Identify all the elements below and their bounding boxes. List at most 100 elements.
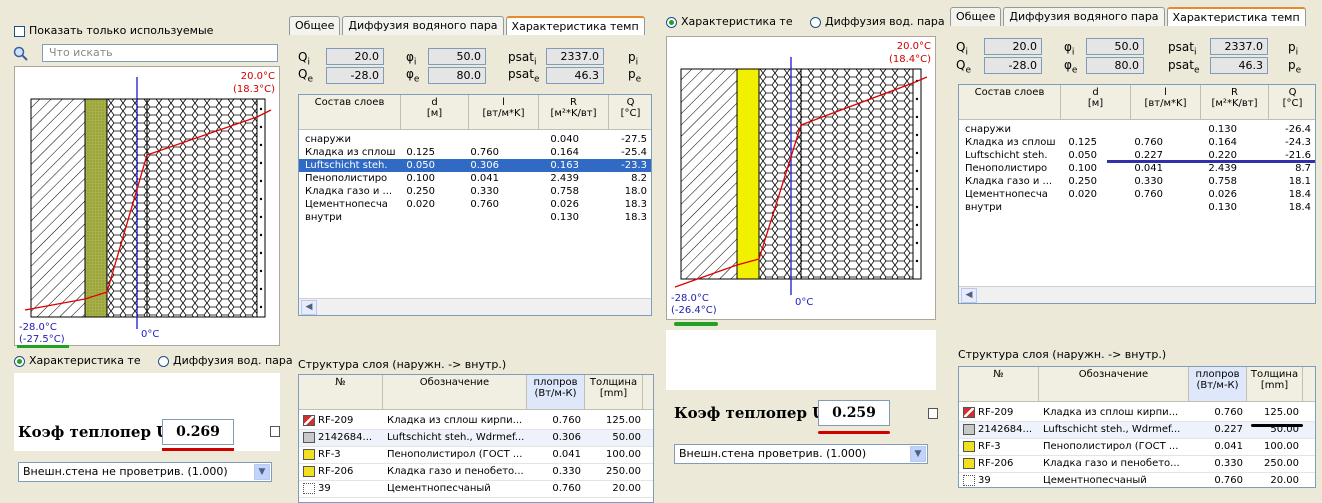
col-header-no-right[interactable]: № bbox=[959, 367, 1039, 401]
table-row[interactable]: RF-3 Пенополистирол (ГОСТ ... 0.041 100.00 bbox=[299, 447, 653, 464]
col-header-name-right[interactable]: Обозначение bbox=[1039, 367, 1189, 401]
table-row[interactable]: Кладка из сплош 0.125 0.760 0.164 -24.3 bbox=[959, 136, 1315, 149]
radio-diffusion[interactable]: Диффузия вод. пара bbox=[158, 354, 293, 367]
col-header-q-right[interactable]: Q [°C] bbox=[1269, 85, 1315, 119]
qi-value-right[interactable]: 20.0 bbox=[984, 38, 1042, 55]
col-header-l[interactable]: l [вт/м*K] bbox=[469, 95, 539, 129]
radio-temp-char[interactable]: Характеристика те bbox=[14, 354, 141, 367]
table-row[interactable]: Цементнопесча 0.020 0.760 0.026 18.3 bbox=[299, 198, 651, 211]
material-swatch-icon bbox=[963, 474, 975, 486]
search-input[interactable]: Что искать bbox=[42, 44, 278, 62]
pi-label: pi bbox=[628, 50, 639, 68]
phii-value-right[interactable]: 50.0 bbox=[1086, 38, 1144, 55]
psate-value[interactable]: 46.3 bbox=[546, 67, 604, 84]
material-code: RF-3 bbox=[318, 449, 341, 460]
col-header-cond-right[interactable]: плопров (Вт/м-К) bbox=[1189, 367, 1247, 401]
zero-label-right: 0°C bbox=[795, 297, 814, 308]
col-header-layers-right[interactable]: Состав слоев bbox=[959, 85, 1061, 119]
struct-grid[interactable]: № Обозначение плопров (Вт/м-К) Толщина [… bbox=[298, 374, 654, 503]
table-row[interactable]: 39 Цементнопесчаный 0.760 20.00 bbox=[959, 473, 1315, 487]
table-row[interactable]: внутри 0.130 18.3 bbox=[299, 211, 651, 224]
u-coef-label: Коэф теплопер U bbox=[18, 423, 170, 441]
search-icon[interactable] bbox=[13, 46, 29, 62]
table-row[interactable]: RF-209 Кладка из сплош кирпи... 0.760 125.0… bbox=[959, 405, 1315, 422]
radio-temp-char-button[interactable] bbox=[14, 355, 25, 367]
table-row[interactable]: 39 Цементнопесчаный 0.760 20.00 bbox=[299, 481, 653, 498]
table-row[interactable]: снаружи 0.040 -27.5 bbox=[299, 133, 651, 146]
show-used-checkbox[interactable] bbox=[14, 25, 25, 37]
table-cell: 2.439 bbox=[550, 173, 579, 184]
wall-type-select-right[interactable]: Внешн.стена проветрив. (1.000) ▼ bbox=[674, 444, 928, 464]
wall-type-select[interactable]: Внешн.стена не проветрив. (1.000) ▼ bbox=[18, 462, 272, 482]
radio-temp-char-right[interactable]: Характеристика те bbox=[666, 15, 793, 28]
col-header-no[interactable]: № bbox=[299, 375, 383, 409]
tab-temp-char-right[interactable]: Характеристика темп bbox=[1166, 7, 1306, 26]
table-cell: Luftschicht steh., Wdrmef... bbox=[1043, 424, 1181, 435]
layers-grid-hscroll[interactable]: ◀ bbox=[299, 298, 651, 315]
psati-value-right[interactable]: 2337.0 bbox=[1210, 38, 1268, 55]
radio-diffusion-button[interactable] bbox=[158, 355, 169, 367]
radio-diffusion-right[interactable]: Диффузия вод. пара bbox=[810, 15, 945, 28]
table-cell: 0.760 bbox=[470, 147, 499, 158]
show-used-checkbox-row[interactable]: Показать только используемые bbox=[14, 24, 213, 37]
table-cell: 18.3 bbox=[624, 199, 647, 210]
tab-general[interactable]: Общее bbox=[289, 16, 341, 35]
scroll-left-icon[interactable]: ◀ bbox=[301, 300, 317, 315]
col-header-name[interactable]: Обозначение bbox=[383, 375, 527, 409]
col-header-r[interactable]: R [м²*K/вт] bbox=[539, 95, 609, 129]
table-cell: снаружи bbox=[965, 124, 1011, 135]
col-header-d[interactable]: d [м] bbox=[401, 95, 469, 129]
col-header-thick[interactable]: Толщина [mm] bbox=[585, 375, 643, 409]
psati-value[interactable]: 2337.0 bbox=[546, 48, 604, 65]
material-code: 39 bbox=[978, 475, 991, 486]
scroll-left-icon[interactable]: ◀ bbox=[961, 288, 977, 303]
col-header-l-right[interactable]: l [вт/м*K] bbox=[1131, 85, 1201, 119]
table-row[interactable]: RF-209 Кладка из сплош кирпи... 0.760 125.0… bbox=[299, 413, 653, 430]
col-header-d-right[interactable]: d [м] bbox=[1061, 85, 1131, 119]
table-row[interactable]: внутри 0.130 18.4 bbox=[959, 201, 1315, 214]
layers-grid-right[interactable]: Состав слоев d [м] l [вт/м*K] R [м²*K/вт… bbox=[958, 84, 1316, 304]
table-row[interactable]: Пенополистиро 0.100 0.041 2.439 8.2 bbox=[299, 172, 651, 185]
table-row[interactable]: RF-3 Пенополистирол (ГОСТ ... 0.041 100.00 bbox=[959, 439, 1315, 456]
chevron-down-icon[interactable]: ▼ bbox=[254, 464, 270, 480]
table-row[interactable]: Цементнопесча 0.020 0.760 0.026 18.4 bbox=[959, 188, 1315, 201]
radio-temp-char-right-button[interactable] bbox=[666, 16, 677, 28]
struct-grid-right[interactable]: № Обозначение плопров (Вт/м-К) Толщина [… bbox=[958, 366, 1316, 488]
col-header-r-right[interactable]: R [м²*K/вт] bbox=[1201, 85, 1269, 119]
layers-grid-right-hscroll[interactable]: ◀ bbox=[959, 286, 1315, 303]
small-checkbox-right[interactable] bbox=[928, 408, 938, 419]
table-cell: 0.026 bbox=[1208, 189, 1237, 200]
table-row[interactable]: Luftschicht steh. 0.050 0.306 0.163 -23.3 bbox=[299, 159, 651, 172]
tab-general-right[interactable]: Общее bbox=[950, 7, 1002, 26]
material-swatch-icon bbox=[303, 431, 315, 443]
chevron-down-icon[interactable]: ▼ bbox=[910, 446, 926, 462]
col-header-thick-right[interactable]: Толщина [mm] bbox=[1247, 367, 1303, 401]
qe-value-right[interactable]: -28.0 bbox=[984, 57, 1042, 74]
col-header-cond[interactable]: плопров (Вт/м-К) bbox=[527, 375, 585, 409]
tab-vapor-right[interactable]: Диффузия водяного пара bbox=[1003, 7, 1165, 26]
col-header-layers[interactable]: Состав слоев bbox=[299, 95, 401, 129]
table-row[interactable]: Кладка газо и ... 0.250 0.330 0.758 18.1 bbox=[959, 175, 1315, 188]
col-header-q[interactable]: Q [°C] bbox=[609, 95, 651, 129]
table-row[interactable]: 2142684... Luftschicht steh., Wdrmef... 0.… bbox=[299, 430, 653, 447]
small-checkbox[interactable] bbox=[270, 426, 280, 437]
qi-value[interactable]: 20.0 bbox=[326, 48, 384, 65]
qe-value[interactable]: -28.0 bbox=[326, 67, 384, 84]
tab-temp-char[interactable]: Характеристика темп bbox=[505, 16, 645, 35]
phie-value-right[interactable]: 80.0 bbox=[1086, 57, 1144, 74]
layer-brick bbox=[30, 98, 86, 318]
material-code: RF-209 bbox=[978, 407, 1014, 418]
phie-value[interactable]: 80.0 bbox=[428, 67, 486, 84]
table-row[interactable]: RF-206 Кладка газо и пенобето... 0.330 250.… bbox=[299, 464, 653, 481]
table-row[interactable]: Кладка газо и ... 0.250 0.330 0.758 18.0 bbox=[299, 185, 651, 198]
table-row[interactable]: RF-206 Кладка газо и пенобето... 0.330 250.… bbox=[959, 456, 1315, 473]
phii-value[interactable]: 50.0 bbox=[428, 48, 486, 65]
layers-grid[interactable]: Состав слоев d [м] l [вт/м*K] R [м²*K/вт… bbox=[298, 94, 652, 316]
table-row[interactable]: Кладка из сплош 0.125 0.760 0.164 -25.4 bbox=[299, 146, 651, 159]
table-cell: 0.760 bbox=[1214, 407, 1243, 418]
tab-vapor[interactable]: Диффузия водяного пара bbox=[342, 16, 504, 35]
radio-diffusion-right-button[interactable] bbox=[810, 16, 821, 28]
psate-value-right[interactable]: 46.3 bbox=[1210, 57, 1268, 74]
table-row[interactable]: снаружи 0.130 -26.4 bbox=[959, 123, 1315, 136]
table-row[interactable]: Пенополистиро 0.100 0.041 2.439 8.7 bbox=[959, 162, 1315, 175]
